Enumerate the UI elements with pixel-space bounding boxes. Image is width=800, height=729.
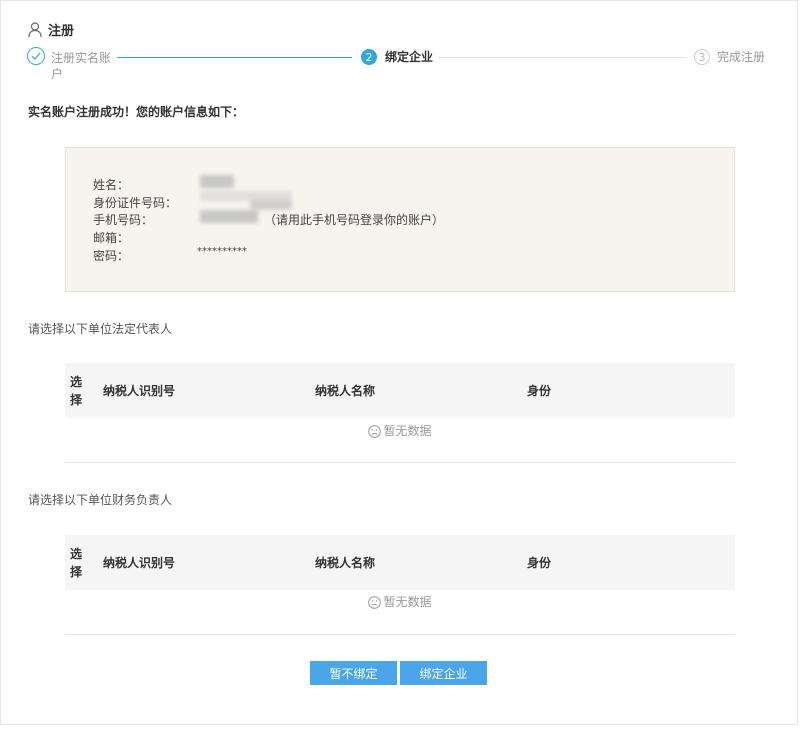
column-taxpayer-id: 纳税人识别号: [103, 556, 176, 570]
step-number: 3: [694, 49, 710, 65]
step-register-account: 注册实名账户: [27, 47, 117, 82]
step-label: 绑定企业: [385, 50, 434, 64]
success-message: 实名账户注册成功！您的账户信息如下：: [28, 105, 245, 119]
account-info-panel: 姓名： 身份证件号码： 手机号码： 邮箱： 密码： （请用此手机号码登录你的账户…: [65, 147, 735, 292]
column-taxpayer-id: 纳税人识别号: [103, 384, 176, 398]
user-icon: [28, 21, 42, 37]
page-title: 注册: [48, 24, 75, 39]
password-value: **********: [197, 246, 247, 257]
column-identity: 身份: [527, 556, 552, 570]
step-label: 注册实名账户: [51, 51, 112, 81]
column-taxpayer-name: 纳税人名称: [315, 384, 376, 398]
step-complete: 3 完成注册: [694, 49, 765, 65]
finance-section-title: 请选择以下单位财务负责人: [28, 493, 173, 507]
page-header: 注册: [28, 20, 74, 39]
redacted-phone: [200, 210, 258, 223]
email-label: 邮箱：: [93, 231, 130, 245]
column-identity: 身份: [527, 384, 552, 398]
redacted-name: [200, 175, 234, 188]
divider: [65, 462, 735, 463]
sad-face-icon: [368, 596, 382, 609]
step-bind-company: 2 绑定企业: [361, 49, 433, 65]
empty-text: 暂无数据: [383, 424, 432, 438]
step-number: 2: [361, 49, 377, 65]
finance-table-header: 选择 纳税人识别号 纳税人名称 身份: [65, 535, 735, 590]
id-label: 身份证件号码：: [93, 196, 178, 210]
check-icon: [27, 47, 45, 65]
skip-binding-button[interactable]: 暂不绑定: [310, 661, 397, 685]
step-label: 完成注册: [717, 50, 766, 64]
divider: [65, 634, 735, 635]
step-line-complete: [117, 57, 352, 58]
empty-text: 暂无数据: [383, 595, 432, 609]
column-select: 选择: [70, 546, 83, 579]
phone-login-note: （请用此手机号码登录你的账户）: [264, 213, 445, 227]
phone-label: 手机号码：: [93, 213, 154, 227]
column-select: 选择: [70, 374, 83, 407]
password-label: 密码：: [93, 249, 130, 263]
step-line-pending: [438, 57, 686, 58]
legal-rep-section-title: 请选择以下单位法定代表人: [28, 322, 173, 336]
column-taxpayer-name: 纳税人名称: [315, 556, 376, 570]
sad-face-icon: [368, 425, 382, 438]
name-label: 姓名：: [93, 178, 130, 192]
redacted-id-part: [250, 200, 292, 210]
legal-rep-table-header: 选择 纳税人识别号 纳税人名称 身份: [65, 363, 735, 418]
finance-empty-state: 暂无数据: [65, 593, 735, 610]
legal-rep-empty-state: 暂无数据: [65, 422, 735, 439]
bind-company-button[interactable]: 绑定企业: [400, 661, 487, 685]
